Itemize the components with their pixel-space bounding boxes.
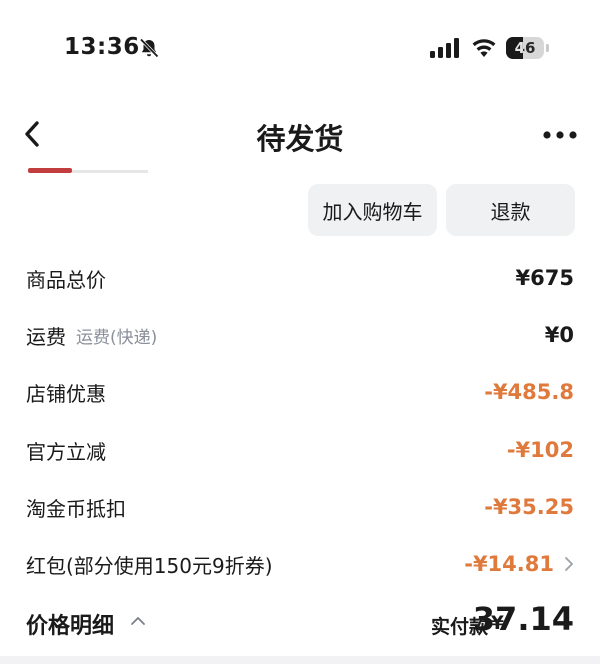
status-bar: 13:36 46 (0, 0, 600, 96)
status-time: 13:36 (64, 34, 140, 60)
price-row-value: -¥35.25 (484, 495, 574, 519)
price-row-label: 官方立减 (26, 439, 106, 464)
price-row-red-packet[interactable]: 红包(部分使用150元9折券) -¥14.81 (26, 544, 574, 584)
actual-payment-amount: 37.14 (472, 600, 574, 638)
battery-body: 46 (506, 37, 544, 59)
bottom-divider (0, 656, 600, 664)
battery-level-text: 46 (514, 39, 536, 57)
bell-muted-icon (139, 38, 159, 58)
price-row-label: 淘金币抵扣 (26, 496, 126, 521)
price-row-label: 运费 (26, 324, 66, 349)
price-row-value: ¥0 (544, 323, 574, 347)
wifi-icon (472, 39, 496, 57)
add-to-cart-button[interactable]: 加入购物车 (308, 184, 437, 236)
cellular-signal-icon (430, 38, 459, 58)
more-options-icon[interactable] (542, 130, 578, 140)
price-row-label: 商品总价 (26, 267, 106, 292)
shipping-method-text: 运费(快递) (76, 327, 158, 348)
chevron-right-icon (565, 557, 573, 571)
price-row-value: ¥675 (515, 266, 574, 290)
price-row-shipping: 运费 运费(快递) ¥0 (26, 315, 574, 355)
price-row-coin-deduction: 淘金币抵扣 -¥35.25 (26, 487, 574, 527)
page-title: 待发货 (256, 122, 344, 156)
price-summary-footer: 价格明细 实付款 ¥ 37.14 (26, 600, 574, 644)
battery-indicator: 46 (506, 37, 550, 59)
price-row-value: -¥102 (506, 438, 574, 462)
refund-button[interactable]: 退款 (446, 184, 575, 236)
price-detail-toggle[interactable]: 价格明细 (26, 608, 114, 640)
nav-bar: 待发货 (0, 104, 600, 166)
price-row-store-discount: 店铺优惠 -¥485.8 (26, 372, 574, 412)
price-row-label: 红包(部分使用150元9折券) (26, 553, 273, 578)
product-image-grey-edge (72, 170, 148, 173)
price-row-official-discount: 官方立减 -¥102 (26, 430, 574, 470)
price-row-goods-total: 商品总价 ¥675 (26, 258, 574, 298)
chevron-up-icon[interactable] (130, 616, 146, 626)
price-row-value: -¥485.8 (484, 380, 574, 404)
price-row-value: -¥14.81 (464, 552, 554, 576)
battery-cap (546, 44, 549, 52)
price-row-label: 店铺优惠 (26, 381, 106, 406)
product-image-edge (28, 168, 148, 176)
product-image-red-edge (28, 168, 72, 173)
